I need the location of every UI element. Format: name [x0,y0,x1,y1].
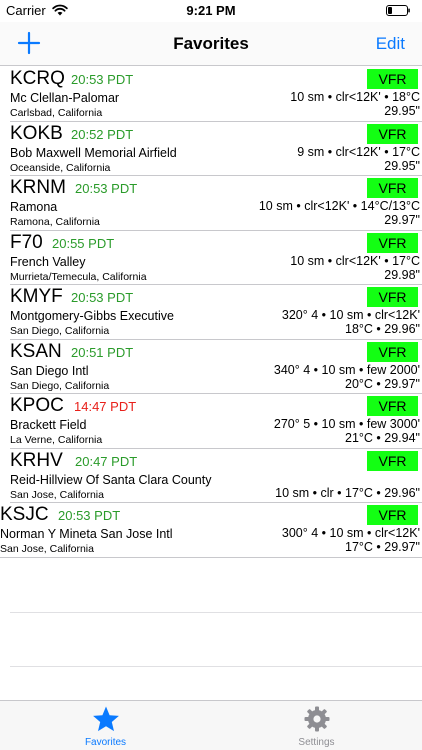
favorite-row[interactable]: KMYF 20:53 PDT Montgomery-Gibbs Executive S… [10,285,422,340]
favorites-list: KCRQ 20:53 PDT Mc Clellan-Palomar Carlsbad,… [0,67,422,558]
favorite-row[interactable]: KPOC 14:47 PDT Brackett Field La Verne, Cal… [10,394,422,449]
airport-ident: KRNM [10,177,66,198]
airport-name: San Diego Intl [10,363,89,378]
weather-summary-secondary: 18°C • 29.96" [345,322,420,336]
status-time: 9:21 PM [186,3,236,18]
favorite-row[interactable]: KRNM 20:53 PDT Ramona Ramona, California VFR… [10,176,422,231]
observation-time: 20:55 PDT [52,235,115,251]
favorite-row[interactable]: KRHV 20:47 PDT Reid-Hillview Of Santa Clar… [10,449,422,503]
favorite-row[interactable]: F70 20:55 PDT French Valley Murrieta/Temecu… [10,231,422,285]
weather-summary-secondary: 21°C • 29.94" [345,431,420,445]
weather-summary-secondary: 17°C • 29.97" [345,540,420,554]
favorite-row[interactable]: KSAN 20:51 PDT San Diego Intl San Diego, Ca… [10,340,422,394]
airport-ident: KSJC [0,504,49,525]
airport-ident: KMYF [10,286,63,307]
nav-bar: Favorites Edit [0,22,422,66]
empty-row-divider [10,612,422,613]
flight-category-badge: VFR [367,450,418,471]
airport-city: Carlsbad, California [10,107,103,119]
observation-time: 20:53 PDT [71,290,134,305]
airport-name: Norman Y Mineta San Jose Intl [0,527,173,541]
observation-time: 20:53 PDT [75,181,138,196]
weather-summary-secondary: 29.98" [384,267,420,282]
tab-label: Favorites [84,737,127,748]
observation-time: 20:47 PDT [75,453,138,469]
observation-time: 20:52 PDT [71,126,134,142]
observation-time: 20:53 PDT [58,508,121,523]
airport-city: San Jose, California [10,488,104,501]
favorite-row[interactable]: KSJC 20:53 PDT Norman Y Mineta San Jose In… [0,503,422,558]
airport-city: Oceanside, California [10,161,111,174]
airport-city: Murrieta/Temecula, California [10,270,147,283]
observation-time: 20:51 PDT [71,344,134,360]
weather-summary-secondary: 29.95" [384,158,420,173]
flight-category-badge: VFR [367,178,418,198]
tab-label: Settings [298,737,335,748]
airport-ident: F70 [10,231,43,253]
airport-ident: KPOC [10,395,64,416]
page-title: Favorites [173,34,249,53]
weather-summary-secondary: 20°C • 29.97" [345,376,420,391]
airport-ident: KCRQ [10,68,65,89]
weather-summary: 9 sm • clr<12K' • 17°C [297,144,420,159]
favorite-row[interactable]: KCRQ 20:53 PDT Mc Clellan-Palomar Carlsbad,… [10,67,422,122]
flight-category-badge: VFR [367,341,418,362]
airport-ident: KOKB [10,122,63,144]
weather-summary-secondary: 29.95" [384,104,420,118]
tab-settings[interactable]: Settings [211,701,422,750]
weather-summary: 270° 5 • 10 sm • few 3000' [273,417,420,431]
empty-row-divider [10,666,422,667]
airport-city: San Diego, California [10,379,110,392]
weather-summary: 10 sm • clr<12K' • 18°C [290,90,420,104]
weather-summary: 10 sm • clr<12K' • 17°C [290,253,420,268]
airport-city: Ramona, California [10,216,100,228]
airport-name: Reid-Hillview Of Santa Clara County [10,472,212,487]
airport-name: Bob Maxwell Memorial Airfield [10,145,177,160]
airport-city: San Jose, California [0,543,94,555]
gear-icon [304,706,330,732]
favorite-row[interactable]: KOKB 20:52 PDT Bob Maxwell Memorial Airfie… [10,122,422,176]
airport-name: Montgomery-Gibbs Executive [10,309,174,323]
status-bar: Carrier 9:21 PM [0,0,422,22]
airport-city: La Verne, California [10,434,103,446]
tab-favorites[interactable]: Favorites [0,701,211,750]
weather-summary: 340° 4 • 10 sm • few 2000' [273,362,420,377]
flight-category-badge: VFR [367,505,418,525]
airport-name: Ramona [10,200,58,214]
star-icon [93,706,119,732]
observation-time: 14:47 PDT [74,399,137,414]
flight-category-badge: VFR [367,287,418,307]
flight-category-badge: VFR [367,69,418,89]
airport-name: Mc Clellan-Palomar [10,91,120,105]
weather-summary: 300° 4 • 10 sm • clr<12K' [281,526,420,540]
flight-category-badge: VFR [367,232,418,253]
weather-summary-secondary: 10 sm • clr • 17°C • 29.96" [275,485,420,500]
weather-summary-secondary: 29.97" [384,213,420,227]
airport-ident: KSAN [10,340,62,362]
flight-category-badge: VFR [367,123,418,144]
weather-summary: 320° 4 • 10 sm • clr<12K' [281,308,420,322]
airport-name: French Valley [10,254,86,269]
battery-icon [386,5,410,16]
tab-bar: Favorites Settings [0,700,422,750]
airport-city: San Diego, California [10,325,110,337]
airport-name: Brackett Field [10,418,87,432]
weather-summary: 10 sm • clr<12K' • 14°C/13°C [258,199,420,213]
edit-button[interactable]: Edit [376,34,405,54]
flight-category-badge: VFR [367,396,418,416]
airport-ident: KRHV [10,449,63,471]
observation-time: 20:53 PDT [71,72,134,87]
